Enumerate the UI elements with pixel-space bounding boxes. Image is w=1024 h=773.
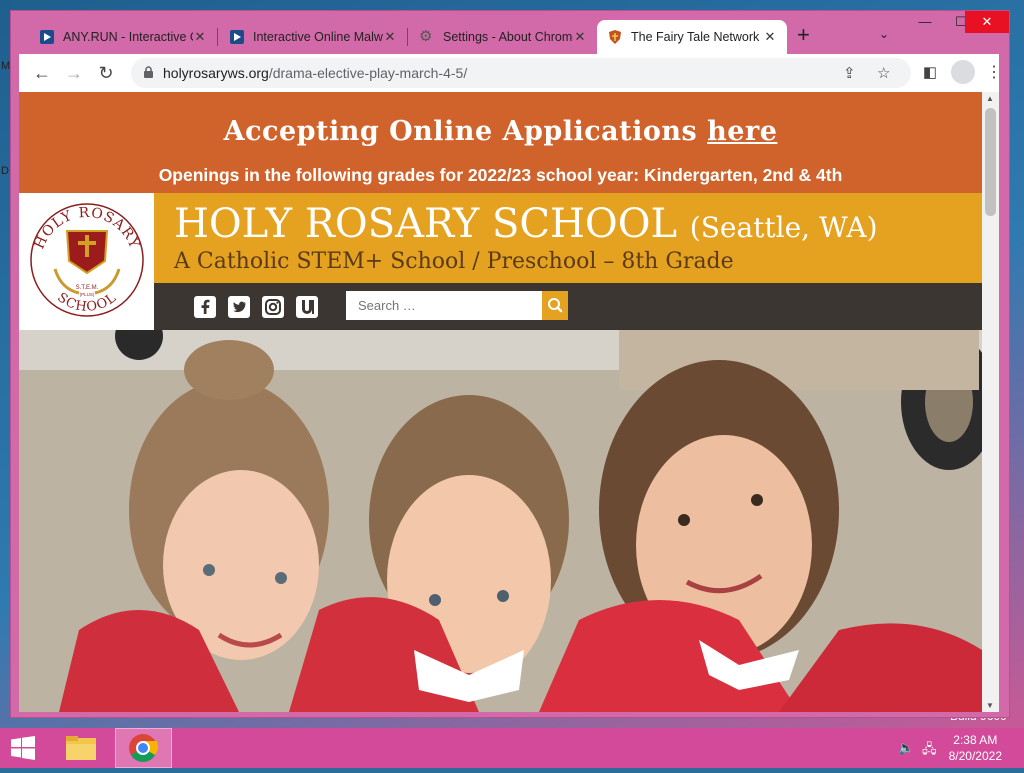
school-logo[interactable]: HOLY ROSARY SCHOOL S.T.E.M. (PLUS) [19,193,154,327]
twitter-icon[interactable] [228,296,250,318]
page-scrollbar[interactable]: ▲ ▼ [982,92,999,712]
site-search-button[interactable] [542,291,568,320]
tab-close-icon[interactable]: ✕ [383,29,397,45]
chrome-window: ANY.RUN - Interactive Online Malware San… [10,10,1010,718]
scroll-up-arrow-icon[interactable]: ▲ [986,94,994,103]
school-title-bar: HOLY ROSARY SCHOOL (Seattle, WA) A Catho… [154,193,982,283]
gear-icon: ⚙ [419,28,433,45]
tab-divider [407,28,408,46]
banner-subtitle: Openings in the following grades for 202… [158,165,843,185]
tab-title: The Fairy Tale Network [631,30,760,44]
tab-malware-analysis[interactable]: Interactive Online Malware Analysis ✕ [219,20,407,54]
site-search-input[interactable] [346,291,542,320]
side-panel-icon[interactable]: ◧ [919,62,941,84]
admissions-banner: Accepting Online Applications here Openi… [19,92,982,193]
taskbar-chrome[interactable] [115,728,172,768]
share-icon[interactable]: ⇪ [843,64,856,82]
logo-plus-text: (PLUS) [80,292,95,297]
site-header: HOLY ROSARY SCHOOL S.T.E.M. (PLUS) HOLY … [19,193,982,330]
desktop-edge-text: D [1,165,9,177]
url-text[interactable]: holyrosaryws.org/drama-elective-play-mar… [163,65,467,81]
desktop-edge-text: M [1,60,11,72]
address-bar[interactable]: holyrosaryws.org/drama-elective-play-mar… [131,58,911,88]
windows-start-icon[interactable] [10,736,36,760]
social-search-bar [154,283,982,330]
network-icon[interactable]: 🖧 [922,740,937,762]
school-name-text: HOLY ROSARY SCHOOL [174,201,678,247]
folder-icon [66,736,96,760]
school-location: (Seattle, WA) [689,211,878,244]
school-crest: HOLY ROSARY SCHOOL S.T.E.M. (PLUS) [30,203,144,317]
tab-settings[interactable]: ⚙ Settings - About Chrome ✕ [409,20,597,54]
reload-icon[interactable]: ↻ [95,62,117,84]
hero-photo-students [19,330,982,712]
tab-close-icon[interactable]: ✕ [573,29,587,45]
tab-title: Settings - About Chrome [443,30,573,44]
url-domain: holyrosaryws.org [163,65,269,81]
facebook-icon[interactable] [194,296,216,318]
anyrun-icon [230,30,244,44]
tab-title: ANY.RUN - Interactive Online Malware San… [63,30,193,44]
tab-anyrun[interactable]: ANY.RUN - Interactive Online Malware San… [29,20,217,54]
school-name: HOLY ROSARY SCHOOL (Seattle, WA) [174,201,878,247]
taskbar-clock[interactable]: 2:38 AM 8/20/2022 [949,732,1002,764]
tab-strip: ANY.RUN - Interactive Online Malware San… [11,11,1009,55]
lock-icon[interactable] [143,66,154,79]
new-tab-button[interactable]: + [797,24,810,46]
profile-avatar[interactable] [951,60,975,84]
tab-divider [217,28,218,46]
menu-kebab-icon[interactable]: ⋮ [983,62,1005,84]
scroll-thumb[interactable] [985,108,996,216]
bookmark-star-icon[interactable]: ☆ [877,64,890,82]
taskbar-file-explorer[interactable] [56,728,106,768]
browser-toolbar: ← → ↻ holyrosaryws.org/drama-elective-pl… [19,54,1002,92]
shield-icon [609,30,621,44]
url-path: /drama-elective-play-march-4-5/ [268,65,468,81]
clock-time: 2:38 AM [953,733,998,747]
back-arrow-icon[interactable]: ← [31,62,53,84]
school-tagline: A Catholic STEM+ School / Preschool – 8t… [174,249,734,274]
anyrun-icon [40,30,54,44]
tab-title: Interactive Online Malware Analysis [253,30,383,44]
u-brand-icon[interactable] [296,296,318,318]
volume-muted-icon[interactable]: 🔈 [898,740,914,756]
banner-title-text: Accepting Online Applications [223,116,698,147]
banner-title: Accepting Online Applications here [19,116,982,147]
tab-close-icon[interactable]: ✕ [763,29,777,45]
tab-search-icon[interactable]: ⌄ [879,27,889,41]
page-viewport: Accepting Online Applications here Openi… [19,92,999,712]
hero-image [19,330,982,712]
tab-fairy-tale-network[interactable]: The Fairy Tale Network ✕ [597,20,787,54]
chrome-icon [129,734,159,762]
search-icon [548,298,563,313]
logo-stem-text: S.T.E.M. [76,285,99,291]
instagram-icon[interactable] [262,296,284,318]
minimize-button[interactable]: — [909,11,941,33]
close-window-button[interactable]: ✕ [965,11,1009,33]
scroll-down-arrow-icon[interactable]: ▼ [986,701,994,710]
clock-date: 8/20/2022 [948,749,1002,763]
windows-taskbar: 🔈 🖧 2:38 AM 8/20/2022 [0,728,1024,768]
tab-close-icon[interactable]: ✕ [193,29,207,45]
forward-arrow-icon[interactable]: → [63,62,85,84]
apply-here-link[interactable]: here [707,116,777,147]
